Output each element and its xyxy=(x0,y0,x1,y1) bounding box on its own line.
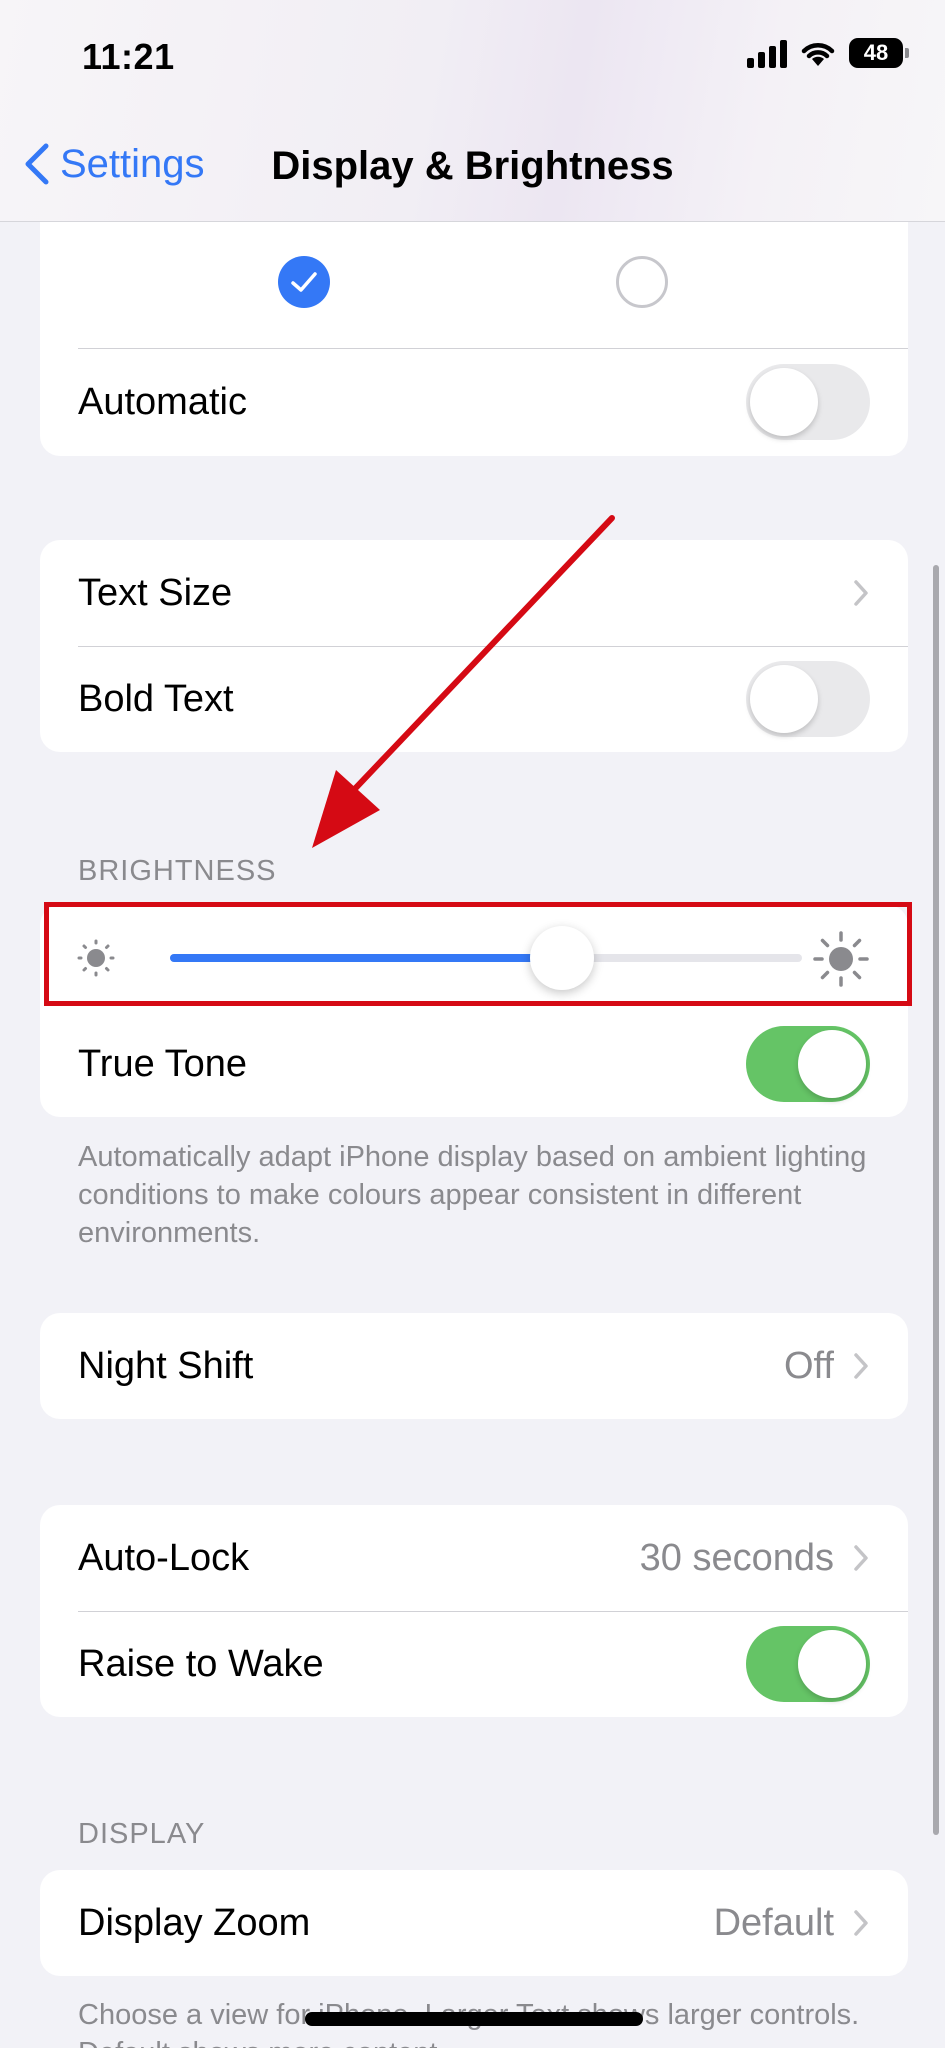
display-zoom-value: Default xyxy=(713,1901,834,1944)
lock-group: Auto-Lock 30 seconds Raise to Wake xyxy=(40,1505,908,1717)
night-shift-value: Off xyxy=(784,1344,834,1387)
status-icons: 48 xyxy=(747,38,909,68)
chevron-right-icon xyxy=(854,1910,868,1936)
toggle-knob xyxy=(798,1030,866,1098)
true-tone-label: True Tone xyxy=(78,1042,247,1085)
text-size-label: Text Size xyxy=(78,571,233,614)
chevron-right-icon xyxy=(854,1545,868,1571)
scrollbar[interactable] xyxy=(933,565,939,1835)
text-size-row[interactable]: Text Size xyxy=(40,540,908,646)
display-header: DISPLAY xyxy=(78,1818,206,1850)
chevron-right-icon xyxy=(854,580,868,606)
home-indicator[interactable] xyxy=(305,2012,643,2026)
automatic-toggle[interactable] xyxy=(746,364,870,440)
status-time: 11:21 xyxy=(82,36,175,77)
battery-level: 48 xyxy=(863,40,889,65)
raise-to-wake-toggle[interactable] xyxy=(746,1626,870,1702)
display-zoom-label: Display Zoom xyxy=(78,1901,311,1944)
dark-mode-radio[interactable] xyxy=(616,256,668,308)
raise-to-wake-row: Raise to Wake xyxy=(40,1611,908,1717)
brightness-header: BRIGHTNESS xyxy=(78,855,277,887)
wifi-icon xyxy=(801,43,835,66)
raise-to-wake-label: Raise to Wake xyxy=(78,1642,324,1685)
automatic-label: Automatic xyxy=(78,380,247,423)
display-zoom-row[interactable]: Display Zoom Default xyxy=(40,1870,908,1976)
page-title: Display & Brightness xyxy=(271,144,674,188)
toggle-knob xyxy=(750,665,818,733)
battery-icon: 48 xyxy=(849,38,909,68)
settings-screen: 11:21 48 Settings Display & Brightness A… xyxy=(0,0,945,2048)
true-tone-row: True Tone xyxy=(40,1011,908,1117)
brightness-highlight-box xyxy=(44,902,912,1006)
bold-text-row: Bold Text xyxy=(40,646,908,752)
auto-lock-value: 30 seconds xyxy=(639,1536,834,1579)
automatic-row: Automatic xyxy=(40,349,908,455)
text-group: Text Size Bold Text xyxy=(40,540,908,752)
auto-lock-label: Auto-Lock xyxy=(78,1536,250,1579)
bold-text-label: Bold Text xyxy=(78,677,234,720)
bold-text-toggle[interactable] xyxy=(746,661,870,737)
true-tone-toggle[interactable] xyxy=(746,1026,870,1102)
night-shift-row[interactable]: Night Shift Off xyxy=(40,1313,908,1419)
display-group: Display Zoom Default xyxy=(40,1870,908,1976)
chevron-right-icon xyxy=(854,1353,868,1379)
navigation-bar: 11:21 48 Settings Display & Brightness xyxy=(0,0,945,222)
auto-lock-row[interactable]: Auto-Lock 30 seconds xyxy=(40,1505,908,1611)
toggle-knob xyxy=(750,368,818,436)
light-mode-radio[interactable] xyxy=(278,256,330,308)
toggle-knob xyxy=(798,1630,866,1698)
checkmark-icon xyxy=(291,272,317,292)
night-shift-label: Night Shift xyxy=(78,1344,254,1387)
night-shift-group: Night Shift Off xyxy=(40,1313,908,1419)
true-tone-footer: Automatically adapt iPhone display based… xyxy=(78,1141,867,1249)
cellular-signal-icon xyxy=(747,38,787,68)
